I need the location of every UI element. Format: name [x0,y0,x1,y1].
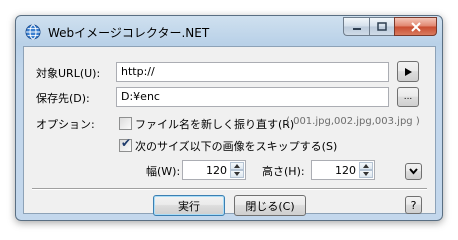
rename-hint: ( 001.jpg,002.jpg,003.jpg ) [286,116,420,127]
rename-checkbox[interactable] [119,117,132,130]
height-label: 高さ(H): [262,165,305,178]
title-bar[interactable]: Webイメージコレクター.NET [16,16,442,46]
chevron-down-icon [409,168,418,175]
browse-button[interactable]: ... [397,87,419,107]
go-button[interactable] [397,61,419,82]
close-icon [410,21,421,32]
width-spinner[interactable]: 120 [182,160,246,180]
globe-icon [25,24,41,40]
save-folder-input[interactable]: D:¥enc [116,87,389,107]
height-up-button[interactable] [359,162,373,170]
skip-option-label: 次のサイズ以下の画像をスキップする(S) [135,140,338,153]
height-value: 120 [335,164,356,177]
maximize-button[interactable] [369,17,394,36]
window-title: Webイメージコレクター.NET [48,26,210,40]
width-label: 幅(W): [146,165,181,178]
run-button[interactable]: 実行 [153,195,225,216]
play-icon [405,67,412,76]
width-down-button[interactable] [230,170,244,178]
minimize-button[interactable] [343,17,369,36]
width-spinner-arrows [230,162,244,178]
width-up-button[interactable] [230,162,244,170]
url-input[interactable]: http:// [116,62,389,82]
minimize-icon [352,27,361,30]
skip-checkbox[interactable]: ✔ [119,136,132,152]
options-label: オプション: [36,118,95,131]
chevron-down-icon [234,172,240,176]
main-window: Webイメージコレクター.NET 対象URL(U): http:// 保存先(D… [15,15,443,221]
help-button[interactable]: ? [405,196,422,214]
separator [32,188,427,190]
chevron-up-icon [363,164,369,168]
maximize-icon [377,21,387,31]
height-down-button[interactable] [359,170,373,178]
chevron-down-icon [363,172,369,176]
chevron-up-icon [234,164,240,168]
width-value: 120 [206,164,227,177]
url-label: 対象URL(U): [36,67,101,80]
dialog-body: 対象URL(U): http:// 保存先(D): D:¥enc ... オプシ… [23,46,436,216]
close-button[interactable]: 閉じる(C) [234,195,306,216]
height-spinner-arrows [359,162,373,178]
caption-buttons [343,17,437,36]
close-window-button[interactable] [394,17,437,36]
rename-option-label: ファイル名を新しく振り直す(R) [135,118,295,131]
height-spinner[interactable]: 120 [311,160,375,180]
expand-button[interactable] [405,163,422,180]
check-icon: ✔ [121,136,132,150]
save-folder-label: 保存先(D): [36,92,90,105]
